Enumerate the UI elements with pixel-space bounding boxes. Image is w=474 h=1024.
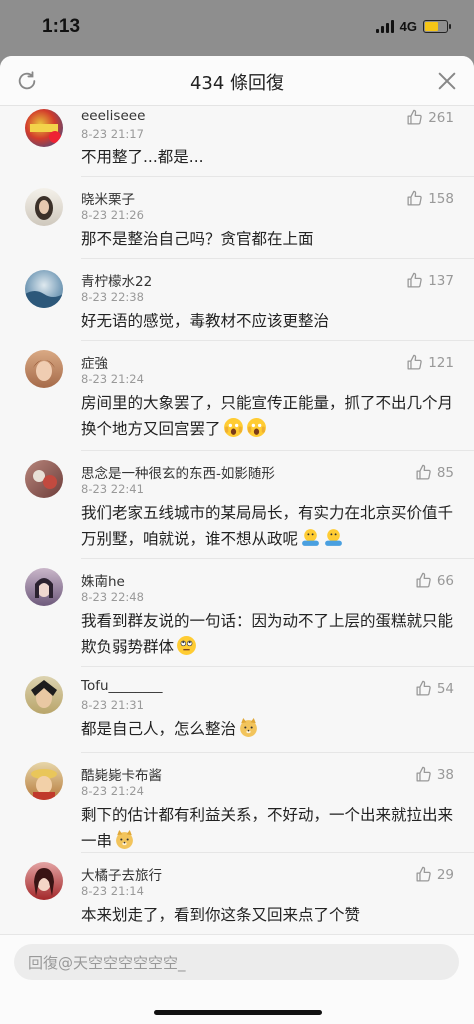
comment-username[interactable]: 姝南he [81, 570, 125, 590]
screaming-face-emoji-icon [246, 418, 266, 437]
comment-username[interactable]: 酷毙毙卡布酱 [81, 764, 162, 784]
signal-icon [375, 20, 394, 33]
comment-text-content: 都是自己人，怎么整治 [81, 720, 237, 738]
avatar[interactable] [25, 350, 63, 388]
thumbs-up-icon [407, 109, 422, 125]
network-type: 4G [399, 19, 417, 34]
comment-item[interactable]: 症強 8-23 21:24 房间里的大象罢了，只能宣传正能量，抓了不出几个月换个… [0, 340, 474, 450]
sheet-header: 434 條回復 [0, 56, 474, 106]
thumbs-up-icon [407, 354, 422, 370]
comment-item[interactable]: Tofu________ 8-23 21:31 都是自己人，怎么整治 54 [0, 666, 474, 752]
comment-username[interactable]: 晓米栗子 [81, 188, 135, 208]
shrug-emoji-icon [325, 529, 342, 546]
like-count: 121 [428, 354, 454, 371]
like-button[interactable]: 54 [415, 680, 454, 697]
comment-text: 本来划走了，看到你这条又回来点了个赞 [81, 906, 361, 924]
rolling-eyes-emoji-icon [177, 636, 196, 655]
comment-text: 那不是整治自己吗？贪官都在上面 [81, 230, 314, 248]
like-count: 85 [436, 464, 454, 481]
like-count: 158 [428, 190, 454, 207]
comment-username[interactable]: 大橘子去旅行 [81, 864, 162, 884]
avatar[interactable] [25, 188, 63, 226]
comment-text-content: 我看到群友说的一句话：因为动不了上层的蛋糕就只能欺负弱势群体 [81, 612, 454, 656]
avatar[interactable] [25, 568, 63, 606]
comment-time: 8-23 21:26 [81, 208, 144, 222]
like-button[interactable]: 66 [415, 572, 454, 589]
comment-username[interactable]: eeeliseee [81, 108, 145, 124]
thumbs-up-icon [407, 272, 422, 288]
screaming-face-emoji-icon [223, 418, 243, 437]
sheet-title: 434 條回復 [189, 73, 285, 94]
comment-time: 8-23 21:31 [81, 698, 144, 712]
thumbs-up-icon [407, 190, 422, 206]
comment-text: 剩下的估计都有利益关系，不好动，一个出来就拉出来一串 [81, 802, 457, 854]
comment-username[interactable]: Tofu________ [81, 678, 163, 694]
doge-emoji-icon [240, 718, 257, 737]
like-button[interactable]: 29 [415, 866, 454, 883]
comment-time: 8-23 21:24 [81, 784, 144, 798]
comment-text-content: 剩下的估计都有利益关系，不好动，一个出来就拉出来一串 [81, 806, 454, 850]
comment-username[interactable]: 症強 [81, 352, 108, 372]
avatar[interactable] [25, 862, 63, 900]
comment-time: 8-23 21:24 [81, 372, 144, 386]
comment-item[interactable]: 姝南he 8-23 22:48 我看到群友说的一句话：因为动不了上层的蛋糕就只能… [0, 558, 474, 666]
comment-item[interactable]: 青柠檬水22 8-23 22:38 好无语的感觉，毒教材不应该更整治 137 [0, 258, 474, 340]
like-count: 29 [436, 866, 454, 883]
comment-item[interactable]: 酷毙毙卡布酱 8-23 21:24 剩下的估计都有利益关系，不好动，一个出来就拉… [0, 752, 474, 856]
thumbs-up-icon [416, 766, 431, 782]
comment-username[interactable]: 思念是一种很玄的东西-如影随形 [81, 462, 275, 482]
avatar[interactable] [25, 762, 63, 800]
comment-text: 好无语的感觉，毒教材不应该更整治 [81, 312, 330, 330]
comment-time: 8-23 21:17 [81, 127, 144, 141]
comment-time: 8-23 22:38 [81, 290, 144, 304]
reply-input[interactable]: 回復@天空空空空空空_ [14, 944, 459, 980]
comments-sheet: 434 條回復 eeeliseee 8-23 21:17 不用整了...都是..… [0, 56, 474, 1024]
comment-text-content: 我们老家五线城市的某局局长，有实力在北京买价值千万别墅，咱就说，谁不想从政呢 [81, 504, 454, 548]
comment-text-content: 房间里的大象罢了，只能宣传正能量，抓了不出几个月换个地方又回宫罢了 [81, 394, 454, 438]
avatar[interactable] [25, 460, 63, 498]
comment-text: 不用整了...都是... [81, 148, 204, 166]
comment-item[interactable]: eeeliseee 8-23 21:17 不用整了...都是... 261 [0, 106, 474, 176]
status-bar: 1:13 4G [0, 0, 474, 56]
like-count: 54 [436, 680, 454, 697]
comment-item[interactable]: 大橘子去旅行 8-23 21:14 本来划走了，看到你这条又回来点了个赞 29 [0, 852, 474, 934]
comment-time: 8-23 21:14 [81, 884, 144, 898]
avatar[interactable] [25, 676, 63, 714]
like-count: 137 [428, 272, 454, 289]
like-button[interactable]: 121 [406, 354, 454, 371]
status-icons: 4G [375, 19, 451, 34]
avatar[interactable] [25, 270, 63, 308]
like-button[interactable]: 137 [406, 272, 454, 289]
close-icon[interactable] [436, 70, 458, 92]
comment-text: 都是自己人，怎么整治 [81, 716, 457, 742]
thumbs-up-icon [416, 680, 431, 696]
like-button[interactable]: 158 [406, 190, 454, 207]
thumbs-up-icon [416, 572, 431, 588]
thumbs-up-icon [416, 464, 431, 480]
comment-time: 8-23 22:41 [81, 482, 144, 496]
comment-text: 我们老家五线城市的某局局长，有实力在北京买价值千万别墅，咱就说，谁不想从政呢 [81, 500, 457, 552]
comment-text: 房间里的大象罢了，只能宣传正能量，抓了不出几个月换个地方又回宫罢了 [81, 390, 457, 442]
like-count: 261 [428, 109, 454, 126]
like-count: 38 [436, 766, 454, 783]
like-button[interactable]: 85 [415, 464, 454, 481]
battery-icon [423, 20, 451, 33]
home-indicator [154, 1010, 322, 1015]
status-time: 1:13 [42, 16, 81, 37]
shrug-emoji-icon [302, 529, 319, 546]
comment-time: 8-23 22:48 [81, 590, 144, 604]
comment-text: 我看到群友说的一句话：因为动不了上层的蛋糕就只能欺负弱势群体 [81, 608, 457, 660]
like-count: 66 [436, 572, 454, 589]
comment-username[interactable]: 青柠檬水22 [81, 270, 152, 290]
comment-item[interactable]: 思念是一种很玄的东西-如影随形 8-23 22:41 我们老家五线城市的某局局长… [0, 450, 474, 558]
doge-emoji-icon [116, 830, 133, 849]
like-button[interactable]: 38 [415, 766, 454, 783]
comment-item[interactable]: 晓米栗子 8-23 21:26 那不是整治自己吗？贪官都在上面 158 [0, 176, 474, 258]
thumbs-up-icon [416, 866, 431, 882]
like-button[interactable]: 261 [406, 109, 454, 126]
avatar[interactable] [25, 109, 63, 147]
